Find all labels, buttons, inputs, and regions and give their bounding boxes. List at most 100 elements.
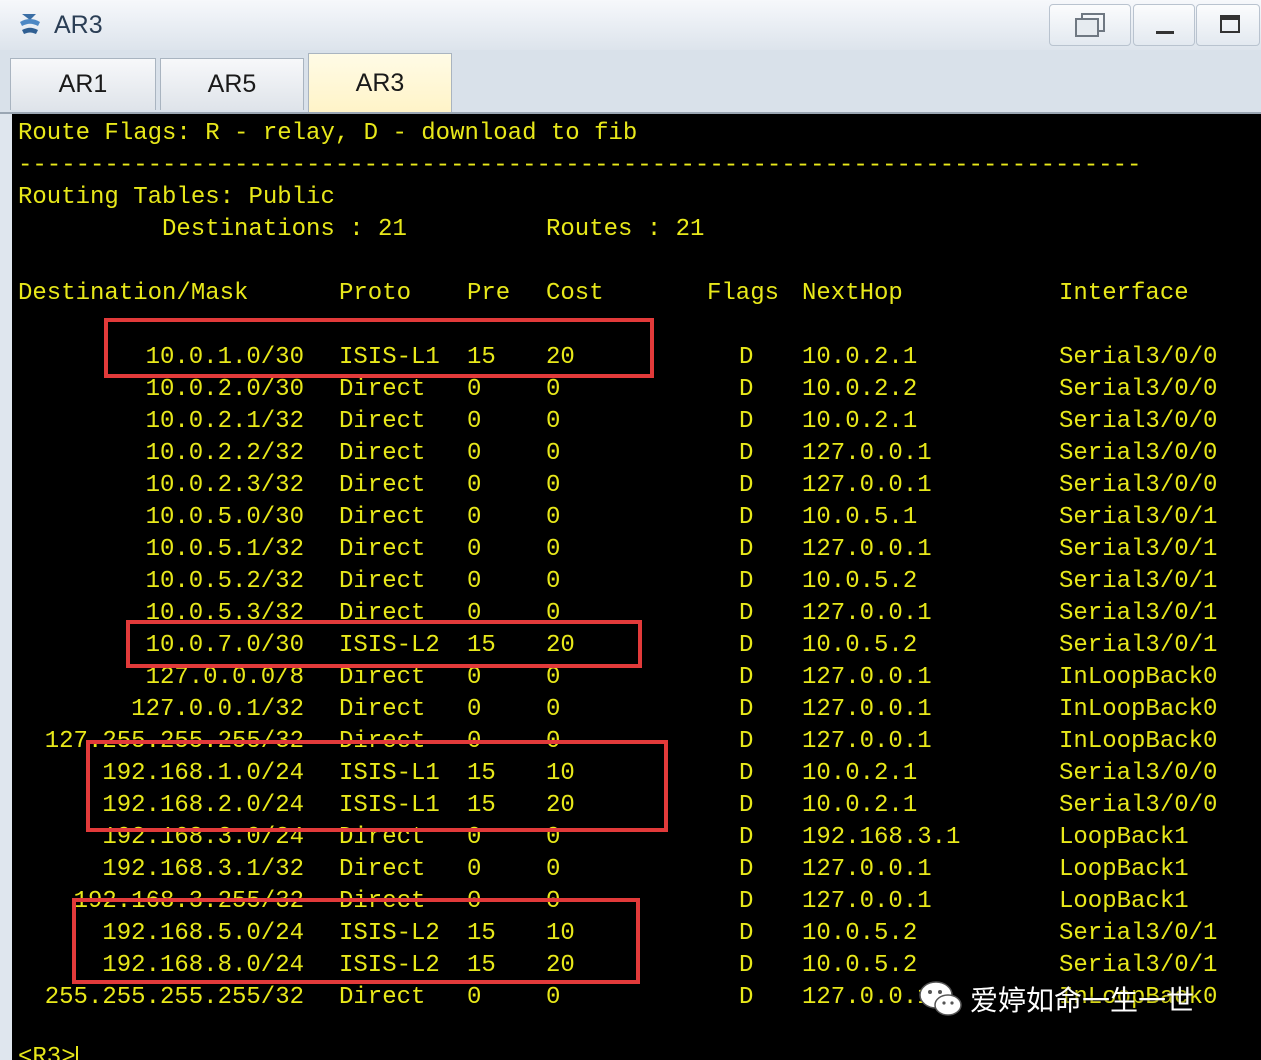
highlight-box-isis-l1-10-0-1-0 bbox=[104, 318, 654, 378]
route-pre: 0 bbox=[467, 440, 482, 467]
header-proto: Proto bbox=[339, 280, 412, 307]
wechat-watermark: 爱婷如命一生一世 bbox=[918, 977, 1194, 1021]
route-nexthop: 10.0.5.2 bbox=[802, 632, 918, 659]
route-cost: 0 bbox=[546, 536, 561, 563]
route-cost: 0 bbox=[546, 696, 561, 723]
route-iface: LoopBack1 bbox=[1059, 856, 1189, 883]
route-flags: D bbox=[739, 632, 754, 659]
route-pre: 0 bbox=[467, 536, 482, 563]
route-iface: Serial3/0/0 bbox=[1059, 344, 1218, 371]
route-flags: D bbox=[739, 472, 754, 499]
route-iface: LoopBack1 bbox=[1059, 824, 1189, 851]
tab-ar3[interactable]: AR3 bbox=[308, 53, 452, 112]
route-cost: 0 bbox=[546, 984, 561, 1011]
route-flags: D bbox=[739, 408, 754, 435]
route-nexthop: 127.0.0.1 bbox=[802, 440, 932, 467]
route-flags: D bbox=[739, 920, 754, 947]
route-pre: 0 bbox=[467, 504, 482, 531]
route-pre: 0 bbox=[467, 376, 482, 403]
highlight-box-isis-l2-192-168 bbox=[72, 898, 640, 984]
route-nexthop: 10.0.5.2 bbox=[802, 920, 918, 947]
route-nexthop: 10.0.5.2 bbox=[802, 568, 918, 595]
route-flags: D bbox=[739, 984, 754, 1011]
route-nexthop: 192.168.3.1 bbox=[802, 824, 961, 851]
route-flags: D bbox=[739, 536, 754, 563]
route-dest: 127.0.0.1/32 bbox=[131, 696, 304, 723]
route-dest: 192.168.3.1/32 bbox=[102, 856, 304, 883]
route-nexthop: 10.0.5.1 bbox=[802, 504, 918, 531]
header-flags: Flags bbox=[707, 280, 780, 307]
route-iface: Serial3/0/0 bbox=[1059, 472, 1218, 499]
route-flags: D bbox=[739, 504, 754, 531]
route-cost: 0 bbox=[546, 568, 561, 595]
router-app-icon bbox=[20, 14, 40, 34]
route-iface: Serial3/0/1 bbox=[1059, 632, 1218, 659]
summary-line: Destinations : 21 Routes : 21 bbox=[18, 214, 704, 246]
route-iface: InLoopBack0 bbox=[1059, 664, 1218, 691]
route-pre: 0 bbox=[467, 984, 482, 1011]
command-prompt[interactable]: <R3> bbox=[18, 1042, 78, 1060]
route-cost: 0 bbox=[546, 408, 561, 435]
route-dest: 10.0.2.0/30 bbox=[145, 376, 304, 403]
route-nexthop: 127.0.0.1 bbox=[802, 728, 932, 755]
route-nexthop: 127.0.0.1 bbox=[802, 696, 932, 723]
route-flags: D bbox=[739, 952, 754, 979]
route-nexthop: 10.0.2.1 bbox=[802, 408, 918, 435]
minimize-button[interactable] bbox=[1133, 4, 1195, 46]
route-proto: Direct bbox=[339, 984, 426, 1011]
route-nexthop: 127.0.0.1 bbox=[802, 888, 932, 915]
route-pre: 0 bbox=[467, 856, 482, 883]
route-iface: Serial3/0/0 bbox=[1059, 440, 1218, 467]
routing-tables-title: Routing Tables: Public bbox=[18, 184, 335, 211]
restore-icon bbox=[1075, 13, 1105, 37]
route-flags-line: Route Flags: R - relay, D - download to … bbox=[18, 120, 638, 147]
session-tab-bar: AR1 AR5 AR3 bbox=[0, 50, 1261, 114]
route-dest: 10.0.5.1/32 bbox=[145, 536, 304, 563]
route-flags: D bbox=[739, 664, 754, 691]
route-flags: D bbox=[739, 696, 754, 723]
text-cursor bbox=[75, 1045, 78, 1060]
route-cost: 0 bbox=[546, 440, 561, 467]
route-nexthop: 127.0.0.1 bbox=[802, 856, 932, 883]
route-iface: Serial3/0/1 bbox=[1059, 536, 1218, 563]
separator-line: ----------------------------------------… bbox=[18, 152, 1142, 179]
route-dest: 10.0.2.2/32 bbox=[145, 440, 304, 467]
route-nexthop: 10.0.5.2 bbox=[802, 952, 918, 979]
route-cost: 0 bbox=[546, 376, 561, 403]
route-proto: Direct bbox=[339, 504, 426, 531]
route-proto: Direct bbox=[339, 568, 426, 595]
route-nexthop: 127.0.0.1 bbox=[802, 536, 932, 563]
route-nexthop: 127.0.0.1 bbox=[802, 984, 932, 1011]
maximize-icon bbox=[1220, 15, 1240, 33]
tab-ar5[interactable]: AR5 bbox=[160, 58, 304, 110]
route-flags: D bbox=[739, 344, 754, 371]
route-dest: 10.0.5.2/32 bbox=[145, 568, 304, 595]
route-proto: Direct bbox=[339, 536, 426, 563]
route-dest: 10.0.2.1/32 bbox=[145, 408, 304, 435]
route-pre: 0 bbox=[467, 568, 482, 595]
route-cost: 0 bbox=[546, 504, 561, 531]
route-proto: Direct bbox=[339, 440, 426, 467]
route-cost: 0 bbox=[546, 856, 561, 883]
terminal-console[interactable]: Route Flags: R - relay, D - download to … bbox=[12, 114, 1261, 1060]
tab-ar1[interactable]: AR1 bbox=[10, 58, 156, 110]
title-bar: AR3 bbox=[0, 0, 1261, 51]
route-nexthop: 127.0.0.1 bbox=[802, 664, 932, 691]
route-iface: Serial3/0/1 bbox=[1059, 600, 1218, 627]
route-nexthop: 10.0.2.1 bbox=[802, 792, 918, 819]
route-pre: 0 bbox=[467, 696, 482, 723]
route-iface: Serial3/0/0 bbox=[1059, 408, 1218, 435]
route-iface: InLoopBack0 bbox=[1059, 696, 1218, 723]
route-flags: D bbox=[739, 568, 754, 595]
maximize-button[interactable] bbox=[1196, 4, 1260, 46]
route-flags: D bbox=[739, 440, 754, 467]
route-dest: 255.255.255.255/32 bbox=[44, 984, 304, 1011]
restore-button[interactable] bbox=[1049, 4, 1131, 46]
route-dest: 10.0.5.0/30 bbox=[145, 504, 304, 531]
highlight-box-isis-l1-192-168 bbox=[86, 740, 668, 832]
route-pre: 0 bbox=[467, 408, 482, 435]
route-flags: D bbox=[739, 888, 754, 915]
highlight-box-isis-l2-10-0-7-0 bbox=[126, 620, 642, 668]
route-flags: D bbox=[739, 856, 754, 883]
destinations-count: Destinations : 21 bbox=[162, 216, 407, 243]
